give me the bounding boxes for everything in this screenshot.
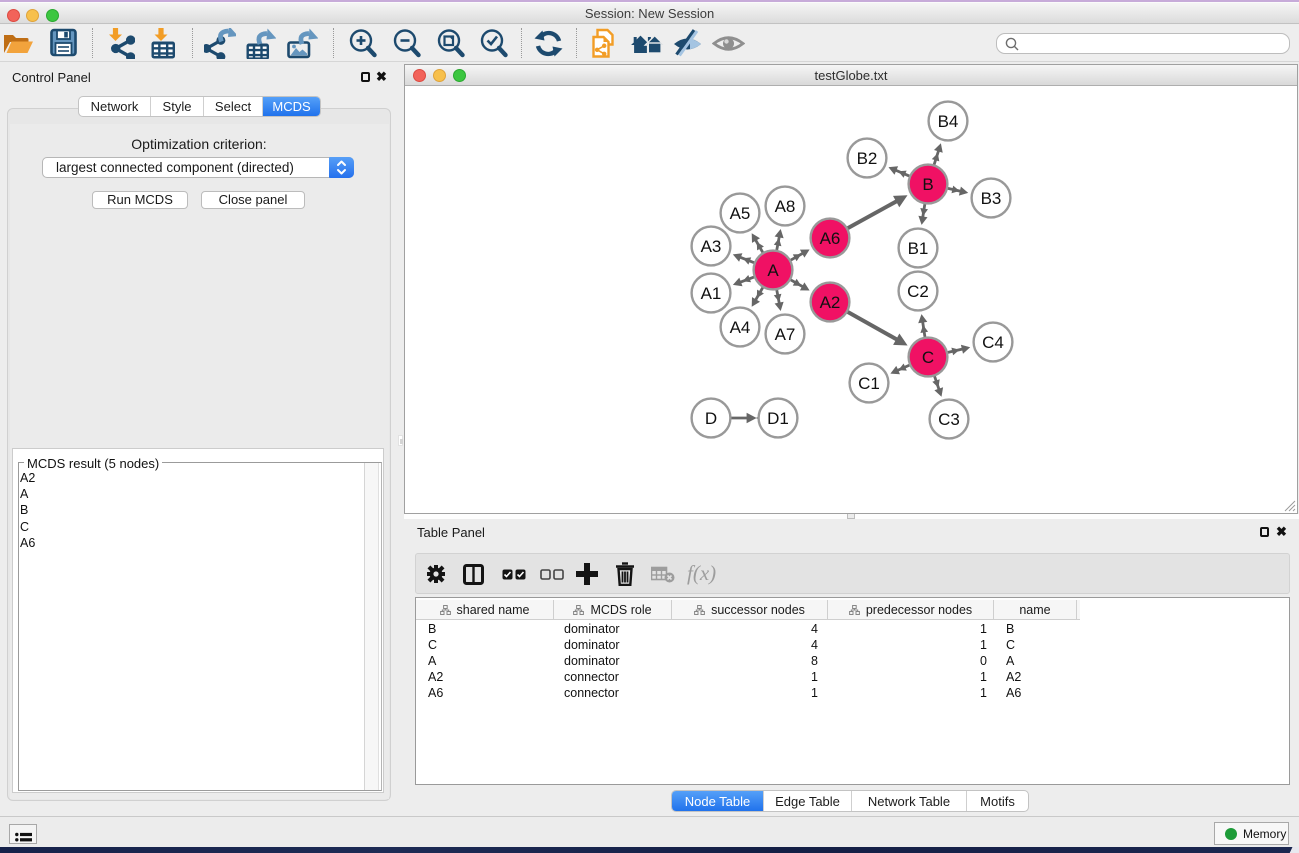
svg-text:A5: A5 [730, 204, 751, 223]
svg-text:B3: B3 [981, 189, 1002, 208]
svg-text:A1: A1 [701, 284, 722, 303]
svg-text:A3: A3 [701, 237, 722, 256]
svg-text:D1: D1 [767, 409, 789, 428]
svg-text:B4: B4 [938, 112, 959, 131]
svg-text:C: C [922, 348, 934, 367]
svg-text:A8: A8 [775, 197, 796, 216]
svg-text:C1: C1 [858, 374, 880, 393]
svg-text:D: D [705, 409, 717, 428]
svg-text:A2: A2 [820, 293, 841, 312]
svg-text:B: B [922, 175, 933, 194]
svg-text:C4: C4 [982, 333, 1004, 352]
svg-text:B1: B1 [908, 239, 929, 258]
svg-text:C3: C3 [938, 410, 960, 429]
svg-text:A6: A6 [820, 229, 841, 248]
svg-text:A4: A4 [730, 318, 751, 337]
svg-text:A: A [767, 261, 779, 280]
svg-text:A7: A7 [775, 325, 796, 344]
svg-text:C2: C2 [907, 282, 929, 301]
svg-text:B2: B2 [857, 149, 878, 168]
